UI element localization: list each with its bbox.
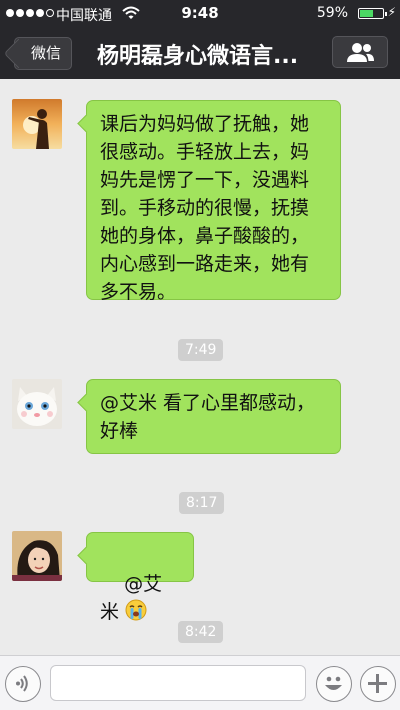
avatar[interactable] [12,99,62,149]
message-text: 课后为妈妈做了抚触，她 很感动。手轻放上去，妈 妈先是愣了一下，没遇料 到。手移… [100,113,310,303]
avatar-silhouette-sunset [12,99,62,149]
message-bubble[interactable]: 课后为妈妈做了抚触，她 很感动。手轻放上去，妈 妈先是愣了一下，没遇料 到。手移… [86,100,341,303]
charging-icon: ⚡ [387,5,396,19]
input-bar [0,655,400,710]
avatar[interactable] [12,379,62,429]
plus-icon [368,674,387,693]
group-members-icon [347,43,374,62]
message-bubble[interactable]: @艾米 看了心里都感动， 好棒 [86,379,341,454]
message-text: @艾米 看了心里都感动， 好棒 [100,392,316,442]
battery-percent: 59% [316,5,348,21]
top-bar: 中国联通 9:48 59% ⚡ 微信 杨明磊身心微语言... [0,0,400,79]
battery-level [360,10,373,17]
voice-icon [16,675,28,692]
group-members-button[interactable] [332,36,388,68]
emoji-button[interactable] [316,666,352,702]
avatar[interactable] [12,531,62,581]
message-content: @艾米 [100,542,181,654]
voice-button[interactable] [5,666,41,702]
avatar-woman-photo [12,531,62,581]
timestamp: 8:17 [179,492,225,514]
more-button[interactable] [360,666,396,702]
message-input[interactable] [50,665,306,701]
battery-icon [358,8,387,19]
back-button[interactable]: 微信 [14,37,73,70]
status-bar: 中国联通 9:48 59% ⚡ [0,0,400,26]
crying-face-icon [125,599,147,621]
back-button-label: 微信 [31,44,62,62]
chat-title: 杨明磊身心微语言... [97,44,299,69]
avatar-white-cat [12,379,62,429]
timestamp: 8:42 [178,621,224,643]
timestamp: 7:49 [178,339,224,361]
smiley-icon [325,676,342,690]
message-bubble[interactable]: @艾米 [86,532,194,623]
